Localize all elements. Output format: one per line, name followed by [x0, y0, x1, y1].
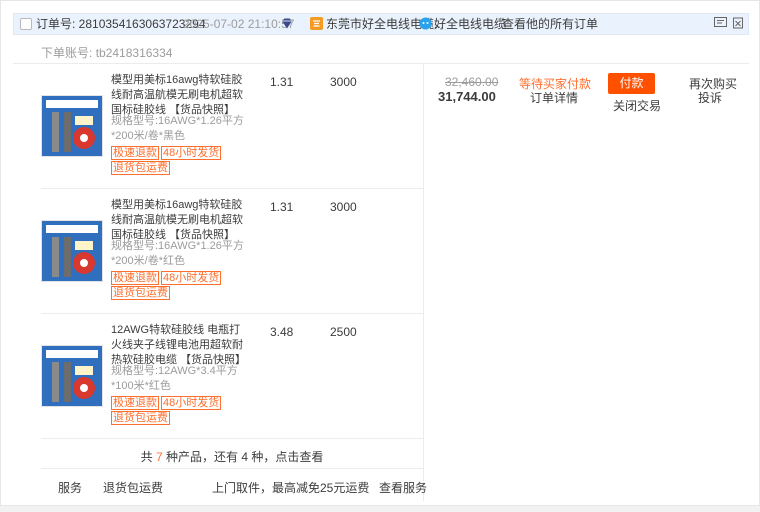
order-checkbox[interactable]: [20, 18, 32, 30]
column-divider: [423, 64, 424, 501]
divider: [41, 468, 423, 469]
product-spec: 规格型号:16AWG*1.26平方*200米/卷*黑色: [111, 115, 244, 142]
service-tag[interactable]: 48小时发货: [161, 396, 222, 410]
service-tag[interactable]: 48小时发货: [161, 271, 222, 285]
divider: [41, 188, 423, 189]
more-suffix: 种产品，还有 4 种，点击查看: [162, 450, 324, 464]
service-tag[interactable]: 退货包运费: [111, 286, 170, 300]
header-actions: [714, 17, 744, 33]
show-more-products-link[interactable]: 共 7 种产品，还有 4 种，点击查看: [41, 448, 423, 465]
quantity: 2500: [330, 325, 357, 339]
view-service-link[interactable]: 查看服务: [379, 479, 427, 496]
product-title[interactable]: 12AWG特软硅胶线 电瓶打火线夹子线锂电池用超软耐热软硅胶电缆 【货品快照】: [111, 323, 246, 368]
service-tags: 退货包运费: [111, 285, 172, 300]
sub-account-value: tb2418316334: [95, 46, 173, 60]
unit-price: 1.31: [270, 200, 294, 214]
order-date: 2025-07-02 21:10:57: [183, 17, 295, 31]
divider: [13, 63, 749, 64]
service-tag[interactable]: 极速退款: [111, 396, 159, 410]
order-total: 31,744.00: [438, 89, 496, 104]
original-price: 32,460.00: [445, 75, 499, 89]
service-tag[interactable]: 退货包运费: [111, 161, 170, 175]
product-thumbnail[interactable]: [41, 220, 103, 282]
product-thumbnail[interactable]: [41, 345, 103, 407]
service-tags: 极速退款 48小时发货: [111, 270, 223, 285]
note-icon[interactable]: [714, 17, 727, 29]
product-title[interactable]: 模型用美标16awg特软硅胶线耐高温航模无刷电机超软国标硅胶线 【货品快照】: [111, 73, 246, 118]
sub-account: 下单账号: tb2418316334: [41, 44, 172, 61]
order-header: 订单号: 2810354163063723294 2025-07-02 21:1…: [13, 13, 749, 35]
unit-price: 1.31: [270, 75, 294, 89]
sub-account-label: 下单账号:: [41, 46, 93, 60]
diamond-icon: [281, 18, 293, 33]
close-order-link[interactable]: 关闭交易: [613, 97, 661, 114]
order-detail-link[interactable]: 订单详情: [530, 89, 578, 106]
service-label: 服务: [58, 481, 83, 495]
service-tags: 极速退款 48小时发货: [111, 395, 223, 410]
service-tags: 退货包运费: [111, 160, 172, 175]
more-prefix: 共: [140, 450, 156, 464]
product-title[interactable]: 模型用美标16awg特软硅胶线耐高温航模无刷电机超软国标硅胶线 【货品快照】: [111, 198, 246, 243]
pickup-label: 上门取件，最高减免25元运费: [212, 481, 370, 495]
service-tags: 退货包运费: [111, 410, 172, 425]
service-tag[interactable]: 48小时发货: [161, 146, 222, 160]
service-tag[interactable]: 极速退款: [111, 146, 159, 160]
product-thumbnail[interactable]: [41, 95, 103, 157]
order-card: 订单号: 2810354163063723294 2025-07-02 21:1…: [0, 0, 760, 506]
return-freight-label: 退货包运费: [103, 481, 164, 495]
pay-button[interactable]: 付款: [608, 73, 655, 94]
unit-price: 3.48: [270, 325, 294, 339]
shop-icon: [310, 17, 323, 30]
product-spec: 规格型号:16AWG*1.26平方*200米/卷*红色: [111, 240, 244, 267]
delete-icon[interactable]: [732, 17, 744, 29]
wangwang-name[interactable]: 好全电线电缆: [434, 17, 506, 32]
complain-link[interactable]: 投诉: [698, 89, 722, 106]
quantity: 3000: [330, 200, 357, 214]
view-all-orders-link[interactable]: 查看他的所有订单: [502, 17, 598, 32]
divider: [41, 438, 423, 439]
service-tag[interactable]: 极速退款: [111, 271, 159, 285]
more-count: 7: [155, 450, 163, 464]
quantity: 3000: [330, 75, 357, 89]
product-spec: 规格型号:12AWG*3.4平方*100米*红色: [111, 365, 238, 392]
service-tag[interactable]: 退货包运费: [111, 411, 170, 425]
divider: [41, 313, 423, 314]
service-tags: 极速退款 48小时发货: [111, 145, 223, 160]
order-number: 订单号: 2810354163063723294: [36, 17, 206, 31]
wangwang-chat-icon[interactable]: [419, 17, 432, 34]
